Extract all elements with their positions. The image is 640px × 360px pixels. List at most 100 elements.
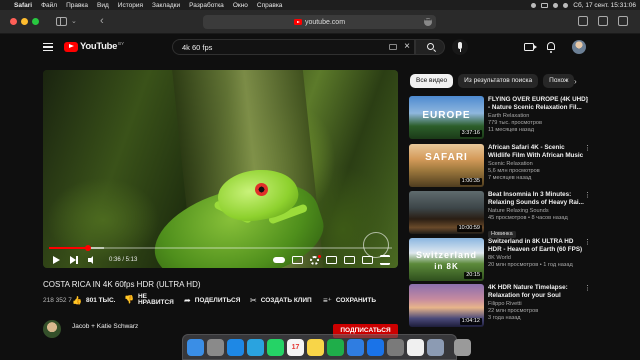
close-window-button[interactable] bbox=[10, 18, 17, 25]
control-center-icon[interactable] bbox=[531, 2, 537, 8]
back-arrow-icon[interactable]: ‹ bbox=[100, 15, 104, 27]
clear-search-icon[interactable]: × bbox=[404, 41, 410, 52]
recommendation-channel[interactable]: Filippo Rivetti bbox=[488, 301, 588, 308]
new-tab-icon[interactable] bbox=[598, 16, 608, 26]
recommendation-channel[interactable]: 8K World bbox=[488, 255, 588, 262]
menu-develop[interactable]: Разработка bbox=[189, 2, 224, 9]
recommendation-title[interactable]: African Safari 4K - Scenic Wildlife Film… bbox=[488, 144, 588, 160]
dock-trash-icon[interactable] bbox=[454, 338, 471, 356]
tab-overview-icon[interactable] bbox=[618, 16, 628, 26]
video-thumbnail[interactable]: EUROPE 3:37:16 bbox=[409, 96, 484, 139]
menubar-clock[interactable]: Сб, 17 сент. 15:31:06 bbox=[573, 2, 636, 9]
autoplay-toggle[interactable] bbox=[273, 257, 285, 263]
chevron-right-icon[interactable]: › bbox=[574, 77, 577, 86]
dock-numbers-icon[interactable] bbox=[327, 338, 344, 356]
sidebar-toggle-icon[interactable] bbox=[56, 17, 67, 26]
recommendation-title[interactable]: Beat Insomnia In 3 Minutes: Relaxing Sou… bbox=[488, 191, 588, 207]
play-icon[interactable] bbox=[51, 255, 61, 265]
video-frame-frog-eye bbox=[255, 183, 268, 196]
dock-finder-icon[interactable] bbox=[187, 338, 204, 356]
minimize-window-button[interactable] bbox=[21, 18, 28, 25]
video-thumbnail[interactable]: Switzerland in 8K 20:15 bbox=[409, 238, 484, 281]
more-options-icon[interactable]: ••• bbox=[424, 18, 432, 26]
wifi-icon[interactable] bbox=[553, 2, 559, 8]
chip-from-search[interactable]: Из результатов поиска bbox=[458, 74, 539, 88]
video-thumbnail[interactable]: SAFARI 1:00:35 bbox=[409, 144, 484, 187]
channel-avatar[interactable] bbox=[43, 320, 61, 338]
more-actions-icon[interactable]: ⋮ bbox=[584, 96, 591, 104]
youtube-logo[interactable]: YouTube BY bbox=[64, 41, 124, 52]
volume-icon[interactable] bbox=[87, 255, 97, 265]
dock-keynote-icon[interactable] bbox=[347, 338, 364, 356]
recommendation-item[interactable]: 1:04:12 4K HDR Nature Timelapse: Relaxat… bbox=[409, 284, 591, 328]
share-button[interactable]: ➦ ПОДЕЛИТЬСЯ bbox=[184, 294, 240, 306]
search-input[interactable]: 4k 60 fps × bbox=[172, 39, 415, 55]
more-actions-icon[interactable]: ⋮ bbox=[584, 238, 591, 246]
airplay-icon[interactable] bbox=[362, 256, 373, 264]
menu-file[interactable]: Файл bbox=[41, 2, 57, 9]
recommendation-item[interactable]: EUROPE 3:37:16 FLYING OVER EUROPE (4K UH… bbox=[409, 96, 591, 140]
recommendation-title[interactable]: 4K HDR Nature Timelapse: Relaxation for … bbox=[488, 284, 588, 300]
fullscreen-icon[interactable] bbox=[380, 255, 390, 265]
menu-app-name[interactable]: Safari bbox=[14, 2, 32, 9]
dock-photos-icon[interactable] bbox=[407, 338, 424, 356]
video-thumbnail[interactable]: 10:00:59 bbox=[409, 191, 484, 234]
notifications-bell-icon[interactable] bbox=[547, 42, 555, 53]
subtitles-icon[interactable] bbox=[292, 256, 303, 264]
dock-calendar-icon[interactable]: 17 bbox=[287, 338, 304, 356]
dock-whatsapp-icon[interactable] bbox=[267, 338, 284, 356]
settings-gear-icon[interactable] bbox=[310, 254, 321, 265]
menu-view[interactable]: Вид bbox=[97, 2, 109, 9]
progress-bar[interactable] bbox=[49, 245, 392, 251]
more-actions-icon[interactable]: ⋮ bbox=[584, 191, 591, 199]
voice-search-icon[interactable] bbox=[452, 39, 468, 55]
share-icon[interactable] bbox=[578, 16, 588, 26]
menu-help[interactable]: Справка bbox=[257, 2, 283, 9]
dislike-button[interactable]: 👎 НЕ НРАВИТСЯ bbox=[124, 293, 174, 306]
next-video-icon[interactable] bbox=[69, 255, 79, 265]
dislike-label: НЕ НРАВИТСЯ bbox=[138, 293, 174, 306]
save-button[interactable]: ≡⁺ СОХРАНИТЬ bbox=[323, 294, 376, 306]
recommendation-item[interactable]: Switzerland in 8K 20:15 Switzerland in 8… bbox=[409, 238, 591, 282]
recommendation-item[interactable]: SAFARI 1:00:35 African Safari 4K - Sceni… bbox=[409, 144, 591, 188]
channel-name[interactable]: Jacob + Katie Schwarz bbox=[72, 323, 138, 330]
chip-related[interactable]: Похож bbox=[543, 74, 575, 88]
battery-icon[interactable] bbox=[541, 2, 549, 8]
dock-safari-icon[interactable] bbox=[227, 338, 244, 356]
recommendation-channel[interactable]: Scenic Relaxation bbox=[488, 161, 588, 168]
theater-mode-icon[interactable] bbox=[344, 256, 355, 264]
more-actions-icon[interactable]: ⋮ bbox=[584, 284, 591, 292]
clip-button[interactable]: ✂ СОЗДАТЬ КЛИП bbox=[250, 294, 312, 306]
menu-history[interactable]: История bbox=[118, 2, 143, 9]
recommendation-channel[interactable]: Nature Relaxing Sounds bbox=[488, 208, 588, 215]
create-video-icon[interactable] bbox=[524, 43, 537, 51]
recommendation-title[interactable]: Switzerland in 8K ULTRA HD HDR - Heaven … bbox=[488, 238, 588, 254]
video-thumbnail[interactable]: 1:04:12 bbox=[409, 284, 484, 327]
more-actions-icon[interactable]: ⋮ bbox=[584, 144, 591, 152]
menu-bookmarks[interactable]: Закладки bbox=[152, 2, 180, 9]
zoom-window-button[interactable] bbox=[32, 18, 39, 25]
recommendation-channel[interactable]: Earth Relaxation bbox=[488, 113, 588, 120]
dock-app-store-icon[interactable] bbox=[367, 338, 384, 356]
chip-all-videos[interactable]: Все видео bbox=[410, 74, 454, 88]
dock-preview-icon[interactable] bbox=[427, 338, 444, 356]
search-button[interactable] bbox=[415, 39, 445, 55]
recommendation-views: 779 тыс. просмотров bbox=[488, 120, 543, 126]
keyboard-icon[interactable] bbox=[389, 44, 397, 50]
user-avatar[interactable] bbox=[572, 40, 586, 54]
address-bar[interactable]: youtube.com ••• bbox=[203, 15, 436, 29]
video-player[interactable]: 0:36 / 5:13 bbox=[43, 70, 398, 268]
like-button[interactable]: 👍 801 ТЫС. bbox=[72, 294, 115, 306]
dock-telegram-icon[interactable] bbox=[247, 338, 264, 356]
chevron-down-icon[interactable]: ⌄ bbox=[71, 17, 77, 25]
dock-settings-icon[interactable] bbox=[387, 338, 404, 356]
menu-window[interactable]: Окно bbox=[233, 2, 248, 9]
spotlight-icon[interactable] bbox=[563, 2, 569, 8]
dock-notes-icon[interactable] bbox=[307, 338, 324, 356]
recommendation-item[interactable]: 10:00:59 Beat Insomnia In 3 Minutes: Rel… bbox=[409, 191, 591, 238]
menu-edit[interactable]: Правка bbox=[66, 2, 88, 9]
menu-hamburger-icon[interactable] bbox=[43, 43, 53, 51]
dock-launchpad-icon[interactable] bbox=[207, 338, 224, 356]
recommendation-title[interactable]: FLYING OVER EUROPE (4K UHD) - Nature Sce… bbox=[488, 96, 588, 112]
miniplayer-icon[interactable] bbox=[326, 256, 337, 264]
